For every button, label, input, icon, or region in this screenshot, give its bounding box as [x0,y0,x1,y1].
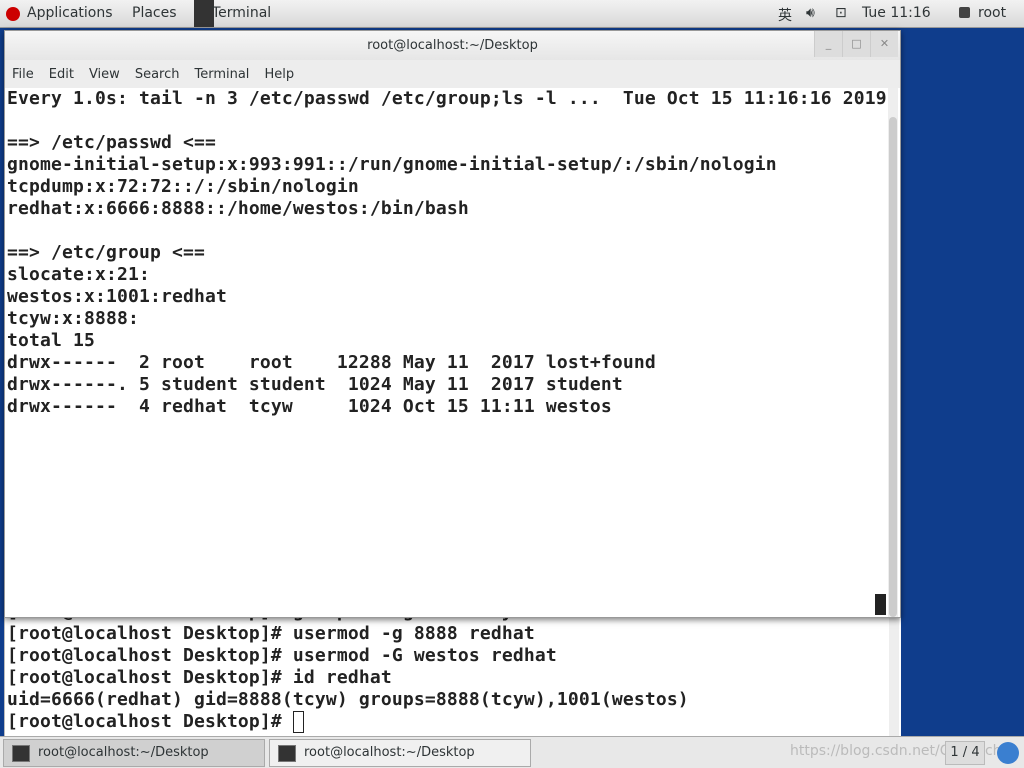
text-cursor [292,711,304,733]
scrollbar[interactable] [888,88,898,617]
bg-terminal-output: [root@localhost Desktop]# groupadd -g 88… [7,601,689,733]
menu-help[interactable]: Help [264,67,294,82]
menu-file[interactable]: File [12,67,34,82]
taskbar: root@localhost:~/Desktop root@localhost:… [0,736,1024,768]
menu-view[interactable]: View [89,67,120,82]
maximize-button[interactable]: □ [842,31,870,57]
menu-search[interactable]: Search [135,67,180,82]
terminal-window: root@localhost:~/Desktop _ □ ✕ File Edit… [4,30,901,618]
user-menu[interactable]: root [978,5,1006,21]
terminal-line: ==> /etc/passwd <== [7,132,216,153]
minimize-button[interactable]: _ [814,31,842,57]
terminal-line: westos:x:1001:redhat [7,286,227,307]
terminal-line: ==> /etc/group <== [7,242,205,263]
volume-icon[interactable]: 🔊︎ [806,5,815,21]
terminal-line: tcpdump:x:72:72::/:/sbin/nologin [7,176,359,197]
user-icon [959,7,970,18]
applications-menu[interactable]: Applications [27,5,113,21]
terminal-line: drwx------. 5 student student 1024 May 1… [7,374,623,395]
network-icon[interactable]: ⊡ [835,5,847,21]
menu-bar: File Edit View Search Terminal Help [5,60,900,88]
redhat-logo-icon [6,7,20,21]
terminal-line: Every 1.0s: tail -n 3 /etc/passwd /etc/g… [7,88,887,109]
workspace-pager[interactable]: 1 / 4 [945,741,985,765]
terminal-line: redhat:x:6666:8888::/home/westos:/bin/ba… [7,198,469,219]
terminal-app-icon [194,0,214,27]
input-method-indicator[interactable]: 英 [778,5,792,25]
terminal-line: slocate:x:21: [7,264,150,285]
prompt-line[interactable]: [root@localhost Desktop]# [7,711,689,733]
terminal-line: uid=6666(redhat) gid=8888(tcyw) groups=8… [7,689,689,710]
terminal-line: total 15 [7,330,95,351]
scrollbar-thumb[interactable] [889,117,897,617]
task-label: root@localhost:~/Desktop [304,745,475,760]
terminal-line: drwx------ 2 root root 12288 May 11 2017… [7,352,656,373]
terminal-line: drwx------ 4 redhat tcyw 1024 Oct 15 11:… [7,396,612,417]
terminal-icon [12,745,30,762]
menu-edit[interactable]: Edit [49,67,74,82]
terminal-icon [278,745,296,762]
taskbar-item[interactable]: root@localhost:~/Desktop [3,739,265,767]
task-label: root@localhost:~/Desktop [38,745,209,760]
clock[interactable]: Tue 11:16 [862,5,931,21]
terminal-line: tcyw:x:8888: [7,308,139,329]
terminal-line: [root@localhost Desktop]# id redhat [7,667,392,688]
terminal-output[interactable]: Every 1.0s: tail -n 3 /etc/passwd /etc/g… [7,88,887,617]
active-app-menu[interactable]: Terminal [212,5,271,21]
close-button[interactable]: ✕ [870,31,898,57]
terminal-line: [root@localhost Desktop]# usermod -g 888… [7,623,535,644]
taskbar-item[interactable]: root@localhost:~/Desktop [269,739,531,767]
window-title: root@localhost:~/Desktop [5,31,900,60]
terminal-line: [root@localhost Desktop]# usermod -G wes… [7,645,557,666]
places-menu[interactable]: Places [132,5,177,21]
notification-icon[interactable] [997,742,1019,764]
prompt: [root@localhost Desktop]# [7,711,293,732]
menu-terminal[interactable]: Terminal [194,67,249,82]
terminal-line: gnome-initial-setup:x:993:991::/run/gnom… [7,154,777,175]
top-panel: Applications Places Terminal 英 🔊︎ ⊡ Tue … [0,0,1024,28]
text-cursor [875,594,886,615]
